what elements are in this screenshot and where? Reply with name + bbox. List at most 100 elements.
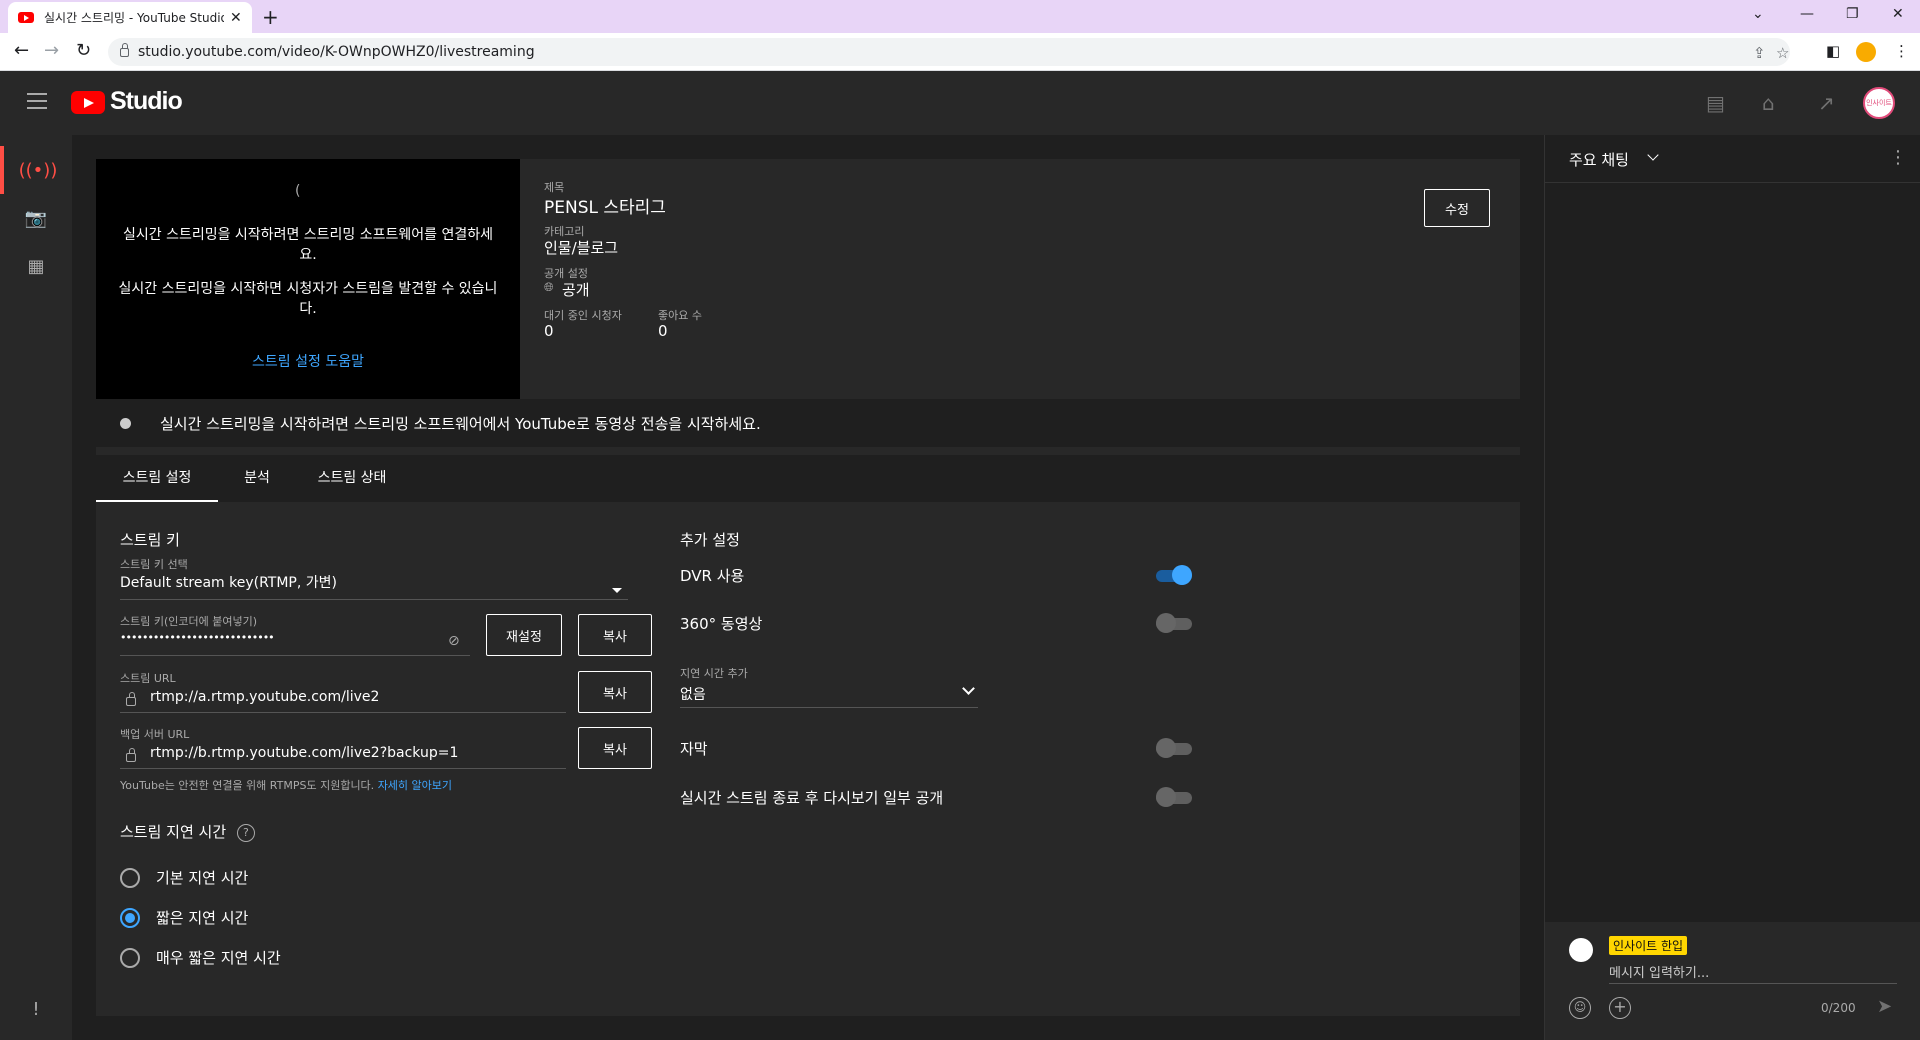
chat-user-name: 인사이트 한입 [1609,936,1688,955]
menu-icon[interactable] [27,93,47,109]
radio-ultra-low-latency[interactable] [120,948,140,968]
stream-setup-help-link[interactable]: 스트림 설정 도움말 [96,351,520,371]
studio-header: Studio ▤ ⌂ ↗ 인사이트 [0,71,1920,135]
visibility-off-icon[interactable]: ⊘ [448,633,460,649]
youtube-favicon-icon [18,12,34,23]
restore-icon[interactable]: ❐ [1846,6,1859,22]
avatar [1569,938,1593,962]
stream-key-field[interactable]: •••••••••••••••••••••••••••• [120,631,275,644]
waiting-viewers-count: 0 [544,322,554,340]
video-preview: ( 실시간 스트리밍을 시작하려면 스트리밍 소프트웨어를 연결하세요. 실시간… [96,159,520,399]
bookmark-icon[interactable]: ⌂ [1762,91,1775,115]
camera-icon[interactable]: 📷 [0,194,72,242]
window-close-icon[interactable]: ✕ [1892,6,1904,22]
avatar[interactable]: 인사이트 [1863,87,1895,119]
waiting-viewers-label: 대기 중인 시청자 [544,309,622,322]
replay-label: 실시간 스트림 종료 후 다시보기 일부 공개 [680,789,944,807]
tab-search-icon[interactable]: ⌄ [1752,6,1764,22]
latency-section-title: 스트림 지연 시간 ? [120,821,255,842]
tab-analytics[interactable]: 분석 [218,455,296,502]
captions-label: 자막 [680,740,708,758]
likes-count: 0 [658,322,668,340]
reset-button[interactable]: 재설정 [486,614,562,656]
delay-select[interactable]: 없음 [680,684,706,704]
new-tab-icon[interactable]: + [262,5,279,29]
more-options-icon[interactable]: ⋮ [1889,147,1907,168]
video360-toggle[interactable] [1156,613,1192,633]
status-bar: 실시간 스트리밍을 시작하려면 스트리밍 소프트웨어에서 YouTube로 동영… [96,399,1520,447]
browser-tab-bar: 실시간 스트리밍 - YouTube Studio ✕ + ⌄ — ❐ ✕ [0,0,1920,33]
delay-label: 지연 시간 추가 [680,667,748,680]
send-icon[interactable]: ➤ [1877,996,1892,1017]
side-panel-icon[interactable]: ◧ [1826,42,1840,60]
reload-icon[interactable]: ↻ [76,42,91,60]
address-bar: ← → ↻ studio.youtube.com/video/K-OWnpOWH… [0,33,1920,71]
edit-button[interactable]: 수정 [1424,189,1490,227]
chat-title[interactable]: 주요 채팅 [1569,149,1629,170]
status-dot-icon [120,418,131,429]
youtube-logo-icon[interactable] [71,91,105,114]
left-rail: ((•)) 📷 ▦ ! [0,135,72,1040]
rtmps-hint: YouTube는 안전한 연결을 위해 RTMPS도 지원합니다. 자세히 알아… [120,779,453,792]
radio-label: 매우 짧은 지연 시간 [156,949,281,967]
learn-more-link[interactable]: 자세히 알아보기 [378,779,452,792]
url-text: studio.youtube.com/video/K-OWnpOWHZ0/liv… [138,44,535,60]
stream-key-select-label: 스트림 키 선택 [120,558,188,571]
backup-url-field[interactable]: rtmp://b.rtmp.youtube.com/live2?backup=1 [150,745,458,761]
video-title: PENSL 스타리그 [544,198,666,218]
dvr-toggle[interactable] [1156,565,1192,585]
feedback-icon[interactable]: ! [0,985,72,1033]
chrome-menu-icon[interactable]: ⋮ [1894,42,1909,60]
dropdown-arrow-icon[interactable] [612,588,622,593]
radio-normal-latency[interactable] [120,868,140,888]
replay-toggle[interactable] [1156,787,1192,807]
copy-key-button[interactable]: 복사 [578,614,652,656]
url-omnibox[interactable]: studio.youtube.com/video/K-OWnpOWHZ0/liv… [108,38,1790,66]
tab-stream-settings[interactable]: 스트림 설정 [96,455,218,502]
stream-url-field[interactable]: rtmp://a.rtmp.youtube.com/live2 [150,689,379,705]
chevron-down-icon[interactable] [962,682,975,695]
browser-tab[interactable]: 실시간 스트리밍 - YouTube Studio ✕ [8,2,252,33]
preview-message-discover: 실시간 스트리밍을 시작하면 시청자가 스트림을 발견할 수 있습니다. [118,281,498,317]
tab-stream-health[interactable]: 스트림 상태 [296,455,408,502]
chevron-down-icon[interactable] [1647,149,1659,161]
extension-icon[interactable] [1856,42,1876,62]
add-icon[interactable]: + [1609,997,1631,1019]
radio-low-latency[interactable] [120,908,140,928]
forward-icon[interactable]: → [44,42,59,60]
video-category: 인물/블로그 [544,239,619,257]
lock-icon [126,748,136,762]
lock-icon [120,42,129,57]
video360-label: 360° 동영상 [680,615,763,633]
live-stream-icon[interactable]: ((•)) [0,146,72,194]
stream-key-label: 스트림 키(인코더에 붙여넣기) [120,615,258,628]
loading-spinner-icon: ( [295,183,301,199]
radio-label: 짧은 지연 시간 [156,909,249,927]
stream-key-section-title: 스트림 키 [120,531,180,549]
copy-url-button[interactable]: 복사 [578,671,652,713]
stream-url-label: 스트림 URL [120,672,176,685]
chat-header: 주요 채팅 ⋮ [1545,135,1920,183]
share-icon[interactable]: ↗ [1818,91,1835,115]
emoji-icon[interactable]: ☺ [1569,997,1591,1019]
calendar-icon[interactable]: ▦ [0,242,72,290]
globe-icon: 🌐︎ [544,280,554,294]
bookmark-star-icon[interactable]: ☆ [1776,44,1789,62]
tab-close-icon[interactable]: ✕ [230,10,242,26]
radio-label: 기본 지연 시간 [156,869,249,887]
help-icon[interactable]: ? [236,823,255,842]
share-page-icon[interactable]: ⇪ [1753,44,1766,62]
preview-message-connect: 실시간 스트리밍을 시작하려면 스트리밍 소프트웨어를 연결하세요. [122,227,493,263]
chat-input[interactable]: 메시지 입력하기... [1609,962,1709,981]
back-icon[interactable]: ← [14,42,29,60]
captions-toggle[interactable] [1156,738,1192,758]
main-content: ( 실시간 스트리밍을 시작하려면 스트리밍 소프트웨어를 연결하세요. 실시간… [72,135,1544,1040]
studio-logo-text: Studio [110,87,183,115]
copy-backup-button[interactable]: 복사 [578,727,652,769]
stream-key-select[interactable]: Default stream key(RTMP, 가변) [120,572,337,592]
dvr-label: DVR 사용 [680,567,745,585]
status-message: 실시간 스트리밍을 시작하려면 스트리밍 소프트웨어에서 YouTube로 동영… [160,415,761,433]
minimize-icon[interactable]: — [1800,6,1814,22]
clapper-icon[interactable]: ▤ [1706,91,1725,115]
backup-url-label: 백업 서버 URL [120,728,190,741]
